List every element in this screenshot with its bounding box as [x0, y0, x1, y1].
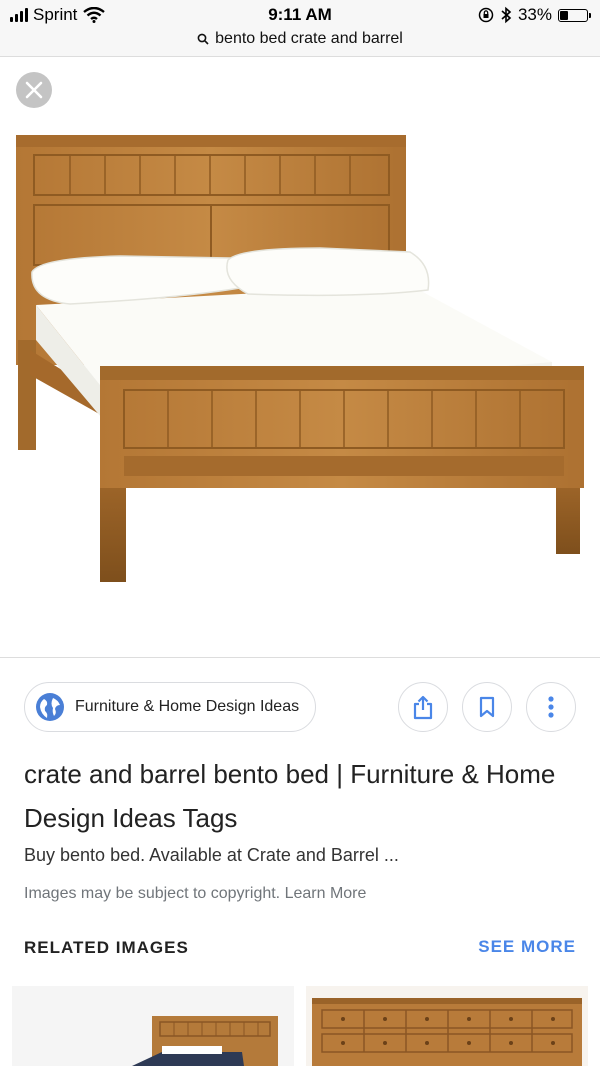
bookmark-button[interactable] [462, 682, 512, 732]
globe-icon [36, 693, 64, 721]
more-options-button[interactable] [526, 682, 576, 732]
status-bar: Sprint 9:11 AM 33% [0, 0, 600, 30]
result-title[interactable]: crate and barrel bento bed | Furniture &… [24, 752, 584, 840]
status-right: 33% [478, 5, 591, 25]
battery-icon [558, 8, 591, 22]
share-icon [413, 695, 433, 720]
result-description: Buy bento bed. Available at Crate and Ba… [24, 845, 399, 865]
search-icon [197, 33, 209, 45]
address-query: bento bed crate and barrel [215, 30, 403, 47]
related-image-thumbnail[interactable] [306, 986, 588, 1066]
copyright-notice: Images may be subject to copyright. Lear… [24, 885, 366, 903]
more-vert-icon [548, 696, 554, 718]
copyright-text: Images may be subject to copyright. [24, 885, 281, 902]
source-chip[interactable]: Furniture & Home Design Ideas [24, 682, 317, 732]
rotation-lock-icon [478, 7, 494, 23]
source-name: Furniture & Home Design Ideas [75, 698, 300, 715]
close-button[interactable] [16, 72, 52, 108]
learn-more-link[interactable]: Learn More [285, 885, 367, 902]
share-button[interactable] [398, 682, 448, 732]
divider [0, 657, 600, 658]
result-image[interactable] [0, 100, 600, 640]
close-icon [25, 81, 43, 99]
related-images-heading: RELATED IMAGES [24, 938, 189, 957]
address-bar[interactable]: bento bed crate and barrel [0, 28, 600, 57]
bookmark-icon [479, 696, 495, 718]
battery-fill [560, 10, 568, 20]
bed-thumbnail-image [12, 986, 294, 1066]
dresser-thumbnail-image [306, 986, 588, 1066]
bluetooth-icon [501, 6, 512, 24]
battery-percentage: 33% [517, 5, 552, 24]
bed-image [16, 135, 584, 582]
related-image-thumbnail[interactable] [12, 986, 294, 1066]
see-more-link[interactable]: SEE MORE [478, 937, 576, 957]
